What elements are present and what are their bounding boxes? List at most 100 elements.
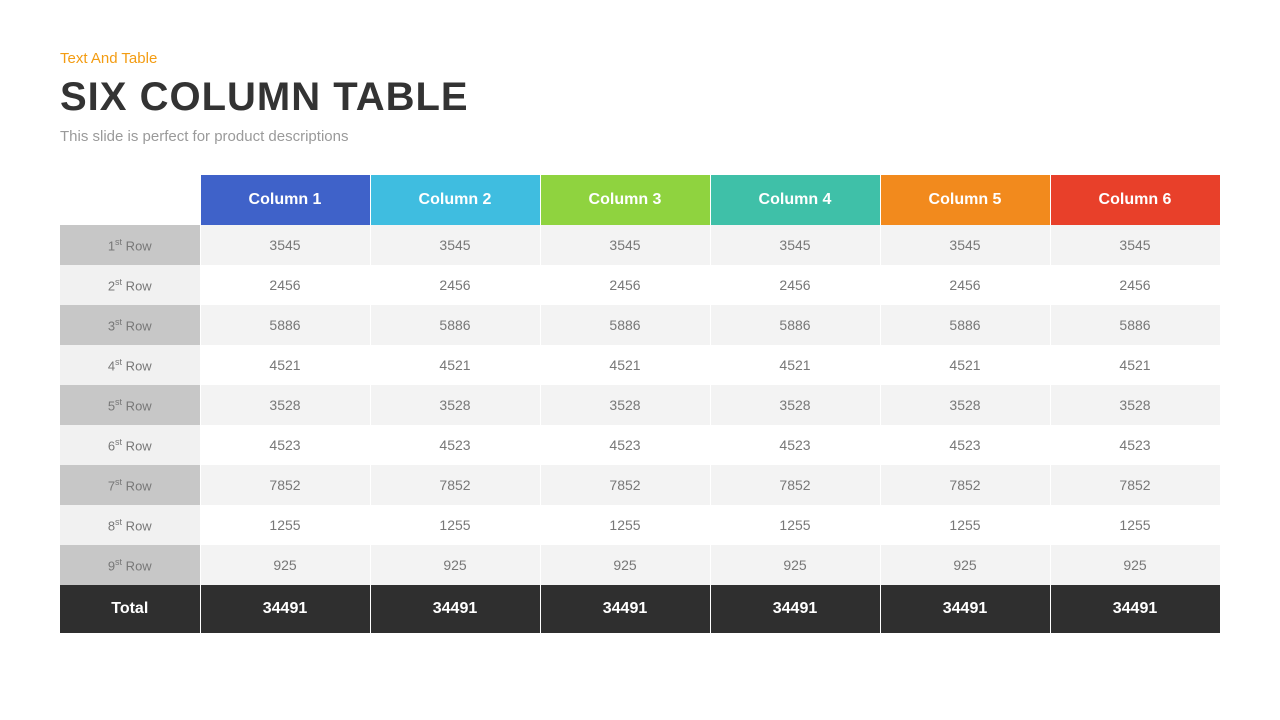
table-cell: 1255 <box>880 505 1050 545</box>
table-cell: 925 <box>200 545 370 585</box>
row-ordinal-suffix: st <box>115 357 122 367</box>
table-cell: 4521 <box>370 345 540 385</box>
table-cell: 7852 <box>710 465 880 505</box>
row-label: 2st Row <box>60 265 200 305</box>
row-label: 5st Row <box>60 385 200 425</box>
row-label-tail: Row <box>122 318 152 333</box>
total-cell: 34491 <box>200 585 370 633</box>
row-label-tail: Row <box>122 278 152 293</box>
table-cell: 3545 <box>880 225 1050 265</box>
row-label: 9st Row <box>60 545 200 585</box>
table-row: 9st Row925925925925925925 <box>60 545 1220 585</box>
row-ordinal-suffix: st <box>115 237 122 247</box>
row-ordinal: 1 <box>108 238 115 253</box>
table-row: 8st Row125512551255125512551255 <box>60 505 1220 545</box>
total-label: Total <box>60 585 200 633</box>
row-ordinal-suffix: st <box>115 517 122 527</box>
subtitle-text: This slide is perfect for product descri… <box>60 128 1220 145</box>
table-cell: 3545 <box>370 225 540 265</box>
table-cell: 1255 <box>370 505 540 545</box>
table-cell: 5886 <box>880 305 1050 345</box>
table-cell: 5886 <box>1050 305 1220 345</box>
column-header: Column 2 <box>370 175 540 225</box>
table-cell: 1255 <box>200 505 370 545</box>
table-row: 7st Row785278527852785278527852 <box>60 465 1220 505</box>
row-ordinal-suffix: st <box>115 557 122 567</box>
table-cell: 5886 <box>540 305 710 345</box>
table-cell: 4521 <box>540 345 710 385</box>
table-cell: 1255 <box>710 505 880 545</box>
table-cell: 4521 <box>1050 345 1220 385</box>
column-header: Column 1 <box>200 175 370 225</box>
table-cell: 3528 <box>200 385 370 425</box>
row-label-tail: Row <box>122 478 152 493</box>
table-cell: 1255 <box>1050 505 1220 545</box>
row-ordinal-suffix: st <box>115 397 122 407</box>
table-cell: 3528 <box>710 385 880 425</box>
table-cell: 7852 <box>200 465 370 505</box>
table-cell: 3528 <box>1050 385 1220 425</box>
row-ordinal: 6 <box>108 438 115 453</box>
row-label: 6st Row <box>60 425 200 465</box>
table-row: 4st Row452145214521452145214521 <box>60 345 1220 385</box>
row-label-tail: Row <box>122 398 152 413</box>
table-cell: 925 <box>370 545 540 585</box>
row-ordinal: 7 <box>108 478 115 493</box>
table-row: 5st Row352835283528352835283528 <box>60 385 1220 425</box>
row-ordinal: 2 <box>108 278 115 293</box>
column-header: Column 4 <box>710 175 880 225</box>
table-cell: 4523 <box>1050 425 1220 465</box>
table-cell: 7852 <box>370 465 540 505</box>
row-ordinal: 4 <box>108 358 115 373</box>
table-cell: 3545 <box>540 225 710 265</box>
table-cell: 3545 <box>710 225 880 265</box>
kicker-text: Text And Table <box>60 50 1220 67</box>
column-header: Column 6 <box>1050 175 1220 225</box>
row-ordinal: 5 <box>108 398 115 413</box>
table-cell: 2456 <box>540 265 710 305</box>
table-cell: 2456 <box>200 265 370 305</box>
table-cell: 4523 <box>200 425 370 465</box>
table-body: 1st Row3545354535453545354535452st Row24… <box>60 225 1220 585</box>
table-cell: 2456 <box>370 265 540 305</box>
table-cell: 3528 <box>370 385 540 425</box>
table-cell: 7852 <box>1050 465 1220 505</box>
row-ordinal-suffix: st <box>115 277 122 287</box>
table-container: Column 1 Column 2 Column 3 Column 4 Colu… <box>60 175 1220 633</box>
row-label-tail: Row <box>122 558 152 573</box>
table-header-row: Column 1 Column 2 Column 3 Column 4 Colu… <box>60 175 1220 225</box>
row-label-tail: Row <box>122 518 152 533</box>
total-cell: 34491 <box>370 585 540 633</box>
table-cell: 5886 <box>200 305 370 345</box>
table-row: 1st Row354535453545354535453545 <box>60 225 1220 265</box>
table-cell: 3528 <box>540 385 710 425</box>
table-row: 6st Row452345234523452345234523 <box>60 425 1220 465</box>
table-cell: 925 <box>1050 545 1220 585</box>
table-row: 2st Row245624562456245624562456 <box>60 265 1220 305</box>
table-cell: 5886 <box>710 305 880 345</box>
table-cell: 7852 <box>540 465 710 505</box>
row-label: 1st Row <box>60 225 200 265</box>
data-table: Column 1 Column 2 Column 3 Column 4 Colu… <box>60 175 1221 633</box>
table-cell: 3545 <box>1050 225 1220 265</box>
header-blank <box>60 175 200 225</box>
column-header: Column 5 <box>880 175 1050 225</box>
column-header: Column 3 <box>540 175 710 225</box>
table-cell: 3545 <box>200 225 370 265</box>
table-cell: 4523 <box>880 425 1050 465</box>
slide: Text And Table SIX COLUMN TABLE This sli… <box>0 0 1280 663</box>
total-cell: 34491 <box>540 585 710 633</box>
table-cell: 2456 <box>880 265 1050 305</box>
page-title: SIX COLUMN TABLE <box>60 75 1220 120</box>
row-ordinal-suffix: st <box>115 317 122 327</box>
table-cell: 4523 <box>370 425 540 465</box>
total-cell: 34491 <box>710 585 880 633</box>
table-cell: 2456 <box>1050 265 1220 305</box>
table-total-row: Total 34491 34491 34491 34491 34491 3449… <box>60 585 1220 633</box>
total-cell: 34491 <box>880 585 1050 633</box>
table-cell: 925 <box>540 545 710 585</box>
row-ordinal-suffix: st <box>115 437 122 447</box>
table-cell: 4521 <box>880 345 1050 385</box>
table-cell: 5886 <box>370 305 540 345</box>
table-cell: 3528 <box>880 385 1050 425</box>
